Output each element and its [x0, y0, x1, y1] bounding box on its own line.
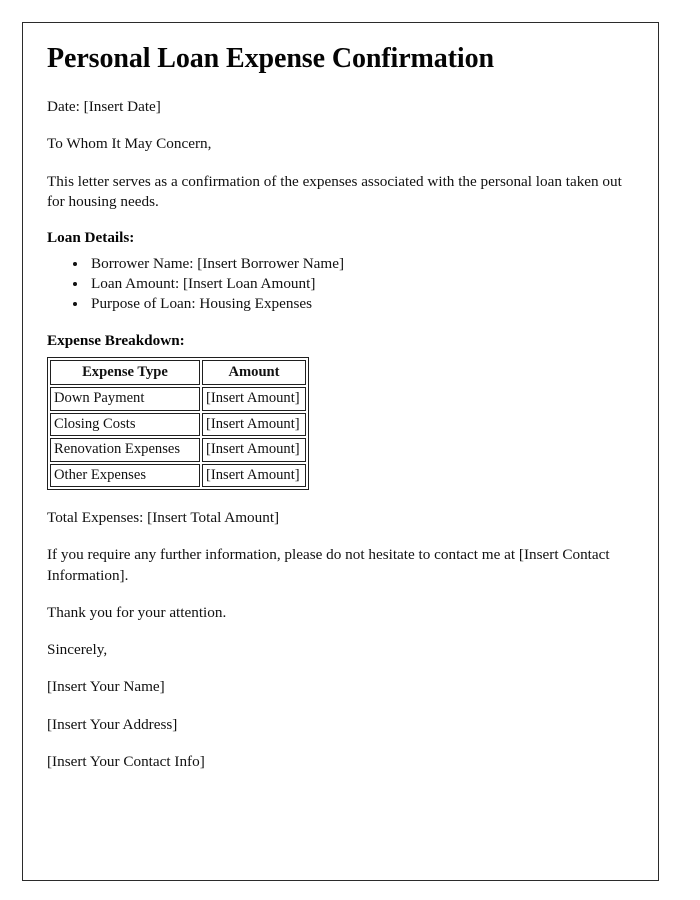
cell-expense-type: Closing Costs [50, 412, 200, 437]
table-row: Renovation Expenses [Insert Amount] [50, 438, 306, 462]
expense-breakdown-table: Expense Type Amount Down Payment [Insert… [47, 356, 309, 491]
document-body: Personal Loan Expense Confirmation Date:… [47, 43, 633, 772]
loan-details-heading: Loan Details: [47, 229, 135, 247]
list-item: Loan Amount: [Insert Loan Amount] [88, 274, 633, 294]
signature-address: [Insert Your Address] [47, 715, 178, 733]
cell-amount: [Insert Amount] [202, 463, 306, 488]
intro-paragraph: This letter serves as a confirmation of … [47, 172, 622, 210]
salutation: To Whom It May Concern, [47, 135, 212, 153]
contact-paragraph: If you require any further information, … [47, 546, 610, 584]
cell-expense-type: Renovation Expenses [50, 438, 200, 462]
table-row: Down Payment [Insert Amount] [50, 387, 306, 411]
date-line: Date: [Insert Date] [47, 98, 161, 116]
column-header-amount: Amount [202, 359, 306, 386]
expense-table-wrapper: Expense Type Amount Down Payment [Insert… [47, 356, 633, 491]
table-row: Closing Costs [Insert Amount] [50, 412, 306, 437]
document-page: Personal Loan Expense Confirmation Date:… [22, 22, 659, 881]
list-item: Borrower Name: [Insert Borrower Name] [88, 254, 633, 274]
list-item: Purpose of Loan: Housing Expenses [88, 294, 633, 314]
expense-breakdown-heading: Expense Breakdown: [47, 331, 185, 349]
cell-amount: [Insert Amount] [202, 387, 306, 411]
table-header-row: Expense Type Amount [50, 359, 306, 386]
cell-amount: [Insert Amount] [202, 412, 306, 437]
total-expenses-line: Total Expenses: [Insert Total Amount] [47, 509, 280, 527]
loan-details-list: Borrower Name: [Insert Borrower Name] Lo… [47, 254, 633, 313]
cell-amount: [Insert Amount] [202, 438, 306, 462]
table-row: Other Expenses [Insert Amount] [50, 463, 306, 488]
page-title: Personal Loan Expense Confirmation [47, 43, 494, 74]
signature-contact-info: [Insert Your Contact Info] [47, 752, 205, 770]
column-header-expense-type: Expense Type [50, 359, 200, 386]
closing-line: Sincerely, [47, 641, 108, 659]
thanks-line: Thank you for your attention. [47, 603, 227, 621]
signature-name: [Insert Your Name] [47, 678, 165, 696]
cell-expense-type: Other Expenses [50, 463, 200, 488]
cell-expense-type: Down Payment [50, 387, 200, 411]
